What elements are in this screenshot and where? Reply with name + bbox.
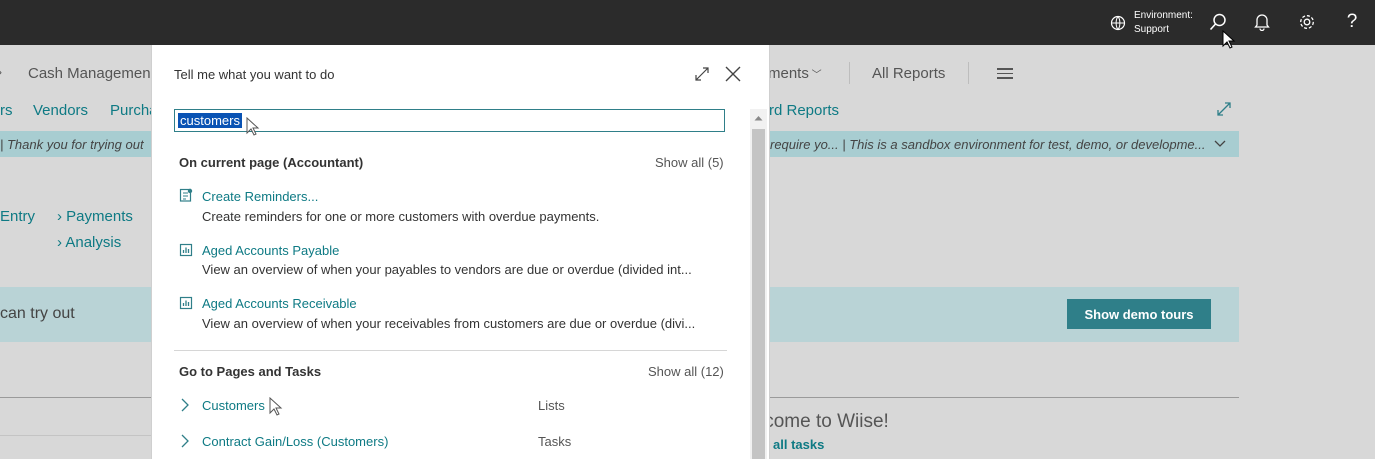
chevron-right-icon: › — [57, 208, 62, 225]
nav-payments-label: ments — [768, 65, 809, 82]
report-icon — [179, 243, 193, 257]
scrollbar-thumb[interactable] — [752, 129, 765, 459]
search-input-value: customers — [178, 113, 242, 128]
result-description: View an overview of when your receivable… — [202, 316, 696, 331]
show-all-current-page-link[interactable]: Show all (5) — [655, 155, 724, 170]
nav-all-reports[interactable]: All Reports — [872, 65, 945, 82]
menu-icon[interactable] — [997, 68, 1013, 79]
nav-reports[interactable]: rd Reports — [769, 102, 839, 119]
link-payments[interactable]: › Payments — [57, 208, 133, 225]
banner-text-left: | Thank you for trying out — [0, 137, 144, 152]
result-title[interactable]: Create Reminders... — [202, 189, 318, 204]
section-divider — [174, 350, 727, 351]
mouse-cursor-icon — [1222, 30, 1236, 49]
result-description: Create reminders for one or more custome… — [202, 209, 600, 224]
bell-icon[interactable] — [1251, 11, 1273, 33]
show-all-pages-link[interactable]: Show all (12) — [648, 364, 724, 379]
welcome-heading: lcome to Wiise! — [760, 411, 889, 432]
page-item-category: Lists — [538, 398, 565, 413]
section-title-current-page: On current page (Accountant) — [179, 155, 364, 170]
nav-payments-menu[interactable]: ments ﹀ — [768, 65, 822, 82]
banner-text-right: require yo... | This is a sandbox enviro… — [770, 137, 1206, 152]
environment-label: Environment: — [1134, 10, 1193, 21]
result-title[interactable]: Aged Accounts Payable — [202, 243, 339, 258]
scroll-up-icon[interactable] — [754, 115, 763, 121]
link-analysis[interactable]: › Analysis — [57, 234, 121, 251]
nav-separator — [849, 62, 850, 84]
tell-me-dialog: Tell me what you want to do customers On… — [151, 45, 770, 459]
all-tasks-link[interactable]: all tasks — [773, 437, 824, 452]
help-icon[interactable]: ? — [1341, 11, 1363, 33]
expand-icon[interactable] — [1216, 101, 1232, 117]
gear-icon[interactable] — [1296, 11, 1318, 33]
page-item-category: Tasks — [538, 434, 572, 449]
nav-customers-partial[interactable]: rs — [0, 102, 13, 119]
report-icon — [179, 296, 193, 310]
mouse-cursor-icon — [269, 397, 283, 416]
chevron-right-icon: › — [57, 234, 62, 251]
link-analysis-label: Analysis — [65, 234, 122, 251]
close-icon[interactable] — [724, 65, 742, 83]
result-title[interactable]: Aged Accounts Receivable — [202, 296, 357, 311]
top-bar: Environment: Support ? — [0, 0, 1375, 45]
expand-icon[interactable] — [694, 66, 710, 82]
mouse-cursor-icon — [246, 117, 260, 136]
building-icon — [1110, 15, 1126, 31]
reminder-icon — [179, 188, 193, 202]
demo-text: can try out — [0, 305, 75, 322]
result-description: View an overview of when your payables t… — [202, 262, 692, 277]
chevron-down-icon: ﹀ — [808, 70, 822, 81]
environment-indicator[interactable]: Environment: Support — [1110, 9, 1193, 37]
chevron-right-icon — [181, 398, 189, 412]
nav-cash-management[interactable]: Cash Managemen — [28, 65, 151, 82]
environment-value: Support — [1134, 24, 1170, 35]
link-entry[interactable]: Entry — [0, 208, 35, 225]
section-title-pages-tasks: Go to Pages and Tasks — [179, 364, 322, 379]
nav-separator — [968, 62, 969, 84]
chevron-down-icon[interactable] — [1214, 140, 1226, 148]
show-demo-tours-button[interactable]: Show demo tours — [1067, 299, 1211, 329]
nav-vendors[interactable]: Vendors — [33, 102, 88, 119]
page-item-title[interactable]: Contract Gain/Loss (Customers) — [202, 434, 388, 449]
link-payments-label: Payments — [66, 208, 133, 225]
chevron-right-icon — [181, 434, 189, 448]
dialog-title: Tell me what you want to do — [174, 67, 335, 82]
page-item-title[interactable]: Customers — [202, 398, 265, 413]
nav-chevron: › — [0, 65, 2, 79]
row-divider — [0, 435, 151, 436]
